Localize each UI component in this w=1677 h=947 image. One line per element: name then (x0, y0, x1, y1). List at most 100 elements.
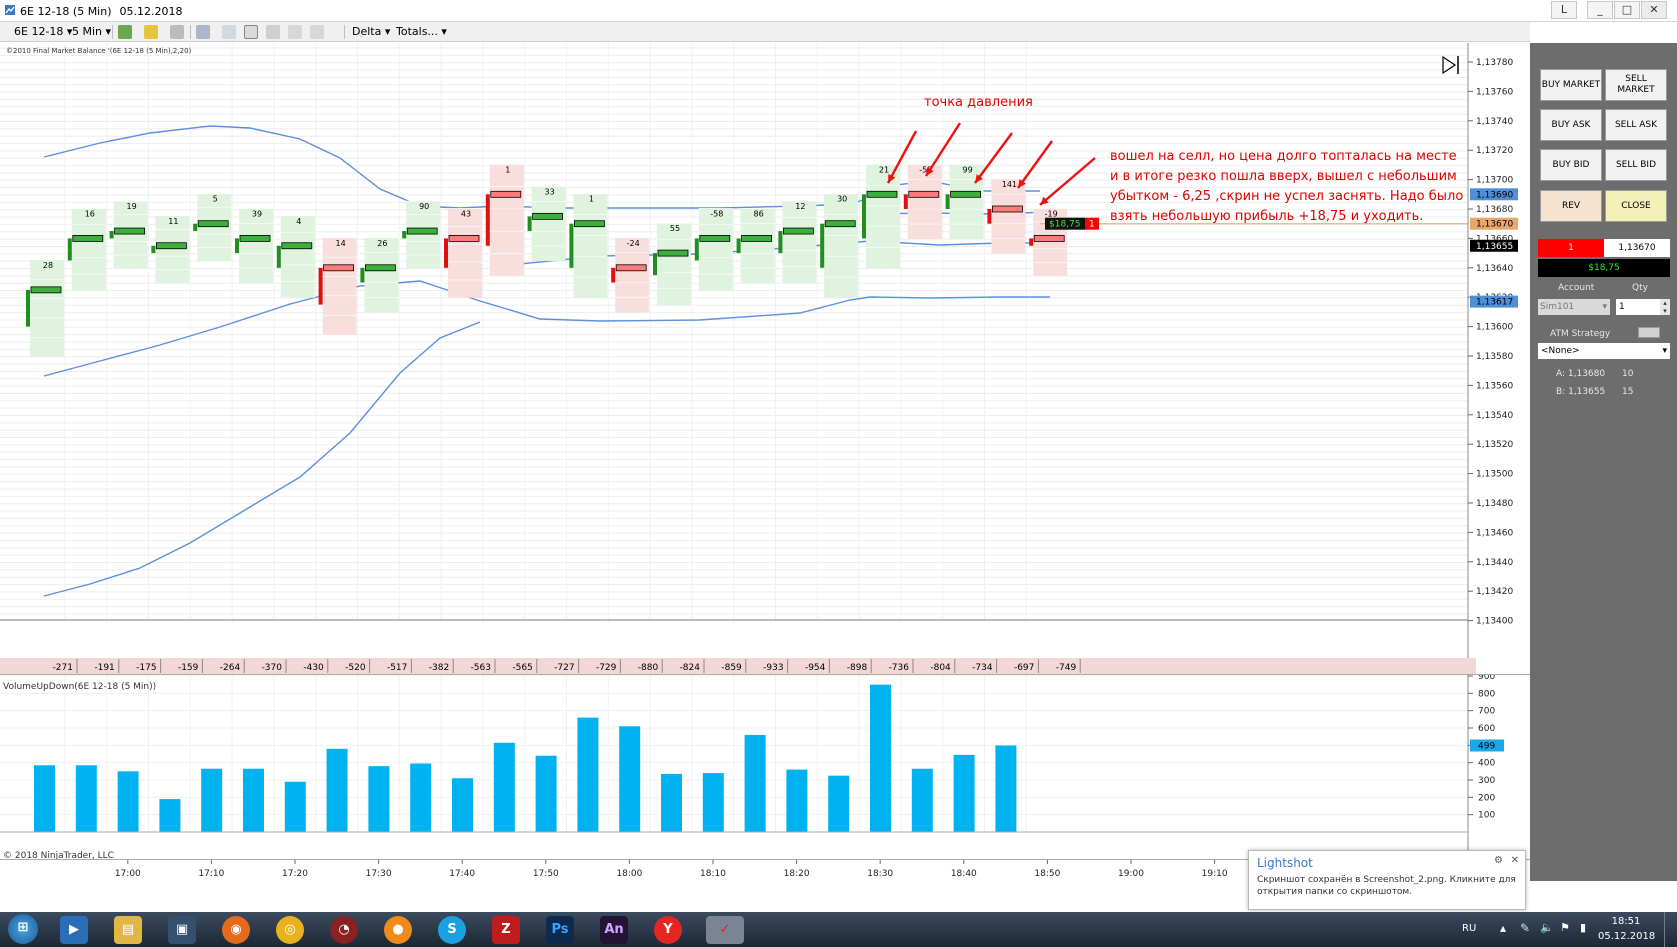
tray-arrow-icon[interactable]: ▴ (1500, 921, 1506, 935)
file-explorer-icon[interactable]: ▤ (114, 916, 142, 944)
language-indicator[interactable]: RU (1462, 923, 1476, 934)
properties-icon[interactable] (310, 25, 324, 39)
go-to-end-icon[interactable] (1442, 55, 1459, 75)
time-tick-label: 18:20 (784, 869, 810, 879)
gauge-app-icon[interactable]: ◔ (330, 916, 358, 944)
settings-icon[interactable]: ⚙ (1494, 855, 1503, 866)
minimize-button[interactable]: _ (1587, 1, 1613, 19)
cumulative-delta-value: -880 (638, 663, 659, 673)
animate-icon[interactable]: An (600, 916, 628, 944)
price-tick-label: 1,13740 (1476, 117, 1513, 127)
clock-time[interactable]: 18:51 (1604, 916, 1648, 927)
close-window-button[interactable]: ✕ (1641, 1, 1667, 19)
link-button[interactable]: L (1551, 1, 1577, 19)
price-tick-label: 1,13540 (1476, 411, 1513, 421)
cumulative-delta-value: -264 (220, 663, 241, 673)
volume-bar (870, 684, 891, 832)
delta-dropdown[interactable]: Delta ▾ (352, 25, 390, 38)
footprint-delta: 26 (377, 239, 387, 248)
footprint-bar: 11 (151, 215, 190, 284)
unrealized-pnl: $18,75 (1538, 259, 1670, 277)
close-position-button[interactable]: CLOSE (1605, 190, 1667, 222)
position-pnl: $18,75 (1049, 220, 1081, 230)
strategies-icon[interactable] (288, 25, 302, 39)
interval-selector[interactable]: 5 Min ▾ (72, 25, 111, 38)
time-tick-label: 17:40 (449, 869, 475, 879)
instrument-selector[interactable]: 6E 12-18 ▾ (14, 25, 72, 38)
clock-date[interactable]: 05.12.2018 (1598, 931, 1655, 942)
buy-bid-button[interactable]: BUY BID (1540, 149, 1602, 181)
footprint-bar: 28 (26, 259, 64, 357)
cumulative-delta-value: -727 (554, 663, 574, 673)
game-app-icon[interactable]: ● (384, 916, 412, 944)
firefox-icon[interactable]: ◉ (222, 916, 250, 944)
cumulative-delta-value: -191 (94, 663, 114, 673)
footprint-delta: 21 (879, 165, 889, 174)
footprint-bar: 39 (235, 208, 273, 284)
footprint-delta: 30 (837, 195, 847, 204)
flag-icon[interactable]: ⚑ (1560, 921, 1570, 934)
close-icon[interactable]: ✕ (1511, 855, 1519, 866)
totals-dropdown[interactable]: Totals... ▾ (396, 25, 447, 38)
cumulative-delta-value: -954 (805, 663, 826, 673)
price-marker-label: 1,13670 (1476, 220, 1513, 230)
buy-ask-button[interactable]: BUY ASK (1540, 109, 1602, 141)
buy-market-button[interactable]: BUY MARKET (1540, 69, 1602, 101)
sell-ask-button[interactable]: SELL ASK (1605, 109, 1667, 141)
account-select[interactable]: Sim101 ▾ (1538, 299, 1610, 315)
time-tick-label: 17:30 (366, 869, 392, 879)
photoshop-icon[interactable]: Ps (546, 916, 574, 944)
atm-strategy-select[interactable]: <None> ▾ (1538, 343, 1670, 359)
start-button[interactable]: ⊞ (8, 914, 38, 944)
cumulative-delta-row: -271 -191 -175 -159 -264 -370 -430 -520 -517 -382… (0, 658, 1476, 674)
maximize-button[interactable]: □ (1614, 1, 1640, 19)
bars-type-icon[interactable] (118, 25, 132, 39)
ninjatrader-taskbar-icon[interactable]: ✓ (706, 916, 744, 944)
lightshot-message: Скриншот сохранён в Screenshot_2.png. Кл… (1257, 875, 1516, 897)
time-tick-label: 18:00 (616, 869, 642, 879)
sell-bid-button[interactable]: SELL BID (1605, 149, 1667, 181)
network-icon[interactable]: ▮ (1580, 921, 1586, 934)
pencil-icon[interactable] (144, 25, 158, 39)
cumulative-delta-value: -933 (763, 663, 783, 673)
footprint-delta: 39 (252, 209, 262, 218)
cursor-icon[interactable] (196, 25, 210, 39)
volume-bar (284, 781, 306, 832)
drawing-tools-icon[interactable] (170, 25, 184, 39)
price-chart-panel[interactable]: 28 16 19 11 5 39 4 14 26 90 43 1 33 1 -24 55 -58 86 12 30 21… (0, 43, 1530, 658)
speaker-icon[interactable]: 🔈 (1540, 921, 1554, 934)
volume-panel[interactable]: 900800700600500400300200100499 VolumeUpD… (0, 672, 1530, 861)
lightshot-tray-icon[interactable]: ✎ (1520, 921, 1530, 935)
footprint-bar: 90 (402, 200, 441, 269)
price-marker: 1,13670 (1470, 217, 1518, 230)
volume-indicator-label: VolumeUpDown(6E 12-18 (5 Min)) (3, 682, 156, 692)
footprint-delta: 4 (296, 217, 301, 226)
zoom-icon[interactable] (222, 25, 236, 39)
footprint-bar: 43 (444, 208, 482, 298)
show-desktop-button[interactable] (1664, 912, 1677, 947)
footprint-bar: 141 (987, 178, 1026, 254)
chrome-icon[interactable]: ◎ (276, 916, 304, 944)
yandex-browser-icon[interactable]: Y (654, 916, 682, 944)
footprint-bar: 26 (360, 237, 399, 313)
footprint-bar: 21 (862, 164, 900, 269)
chart-trader-panel: BUY MARKET SELL MARKET BUY ASK SELL ASK … (1530, 43, 1677, 881)
lightshot-notification[interactable]: Lightshot ⚙ ✕ Скриншот сохранён в Screen… (1248, 850, 1526, 910)
indicators-icon[interactable] (266, 25, 280, 39)
pressure-point-annotation: точка давления (924, 95, 1033, 110)
trade-note-line-1: вошел на селл, но цена долго топталась н… (1110, 149, 1457, 164)
save-disk-icon[interactable]: ▣ (168, 916, 196, 944)
skype-icon[interactable]: S (438, 916, 466, 944)
qty-stepper[interactable]: ▴ ▾ (1660, 299, 1670, 315)
band-line (43, 280, 1050, 377)
atm-settings-button[interactable] (1638, 327, 1660, 338)
filezilla-icon[interactable]: Z (492, 916, 520, 944)
reverse-button[interactable]: REV (1540, 190, 1602, 222)
qty-input[interactable]: 1 (1616, 299, 1660, 315)
data-box-icon[interactable] (244, 25, 258, 39)
price-tick-label: 1,13700 (1476, 176, 1513, 186)
sell-market-button[interactable]: SELL MARKET (1605, 69, 1667, 101)
footprint-bar: 55 (653, 222, 691, 306)
footprint-delta: 12 (795, 202, 805, 211)
media-player-icon[interactable]: ▶ (60, 916, 88, 944)
